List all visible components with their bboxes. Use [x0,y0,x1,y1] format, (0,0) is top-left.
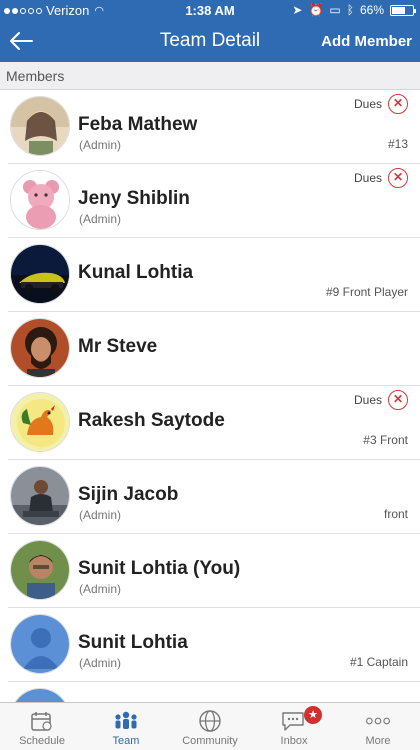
globe-icon [197,709,223,733]
avatar [10,170,70,230]
member-row[interactable]: Feba Mathew (Admin) Dues ✕ #13 [8,90,420,164]
avatar [10,540,70,600]
dues-indicator[interactable]: Dues ✕ [354,168,408,188]
tab-team[interactable]: Team [84,703,168,750]
member-name: Kunal Lohtia [78,262,194,283]
status-bar: Verizon ◠ 1:38 AM ➤ ⏰ ▭ ᛒ 66% [0,0,420,20]
add-member-button[interactable]: Add Member [321,33,412,50]
airplay-icon: ▭ [329,3,341,17]
member-name: Sunit Lohtia (You) [78,558,241,579]
member-role: (Admin) [79,582,122,596]
tab-label: Community [182,735,238,747]
member-name: Jeny Shiblin [78,188,190,209]
avatar [10,318,70,378]
member-name: Feba Mathew [78,114,198,135]
dues-label: Dues [353,97,382,111]
tab-label: Team [112,735,140,747]
default-avatar-icon [11,689,69,702]
section-title: Members [6,68,65,84]
member-info: #13 [387,137,408,151]
location-icon: ➤ [292,3,303,17]
dues-label: Dues [353,393,382,407]
avatar [10,614,70,674]
tab-schedule[interactable]: Schedule [0,703,84,750]
avatar [10,466,70,526]
tab-label: Inbox [280,735,308,747]
close-icon[interactable]: ✕ [388,168,408,188]
alarm-icon: ⏰ [308,3,324,17]
member-row[interactable]: Mr Steve [8,312,420,386]
member-row[interactable]: Jeny Shiblin (Admin) Dues ✕ [8,164,420,238]
member-row[interactable]: Sijin Jacob (Admin) front [8,460,420,534]
calendar-icon [29,709,55,733]
member-name: Sunit Lohtia [78,632,188,653]
member-row[interactable] [8,682,420,702]
avatar [10,96,70,156]
member-role: (Admin) [79,656,122,670]
member-name: Rakesh Saytode [78,410,225,431]
close-icon[interactable]: ✕ [388,390,408,410]
tab-more[interactable]: More [336,703,420,750]
member-info: #1 Captain [349,655,408,669]
member-info: #3 Front [363,433,408,447]
battery-icon [390,4,416,16]
nav-bar: Team Detail Add Member [0,20,420,62]
dues-indicator[interactable]: Dues ✕ [354,390,408,410]
member-name: Sijin Jacob [78,484,179,505]
member-info: front [383,507,408,521]
default-avatar-icon [11,615,69,673]
avatar [10,688,70,702]
tab-inbox[interactable]: ★ Inbox [252,703,336,750]
header: Verizon ◠ 1:38 AM ➤ ⏰ ▭ ᛒ 66% Team Detai… [0,0,420,62]
tab-label: More [365,735,391,747]
members-section-header: Members [0,62,420,90]
battery-percent: 66% [359,3,384,17]
tab-label: Schedule [19,735,65,747]
member-row[interactable]: Rakesh Saytode Dues ✕ #3 Front [8,386,420,460]
member-info: #9 Front Player [325,285,408,299]
member-name: Mr Steve [78,336,158,357]
tab-bar: Schedule Team Community ★ Inbox More [0,702,420,750]
member-role: (Admin) [79,508,122,522]
status-right: ➤ ⏰ ▭ ᛒ 66% [292,3,416,17]
member-row[interactable]: Sunit Lohtia (Admin) #1 Captain [8,608,420,682]
member-role: (Admin) [79,212,122,226]
bluetooth-icon: ᛒ [346,3,354,17]
chat-icon [281,709,307,733]
close-icon[interactable]: ✕ [388,94,408,114]
more-icon [365,709,391,733]
team-icon [113,709,139,733]
avatar [10,392,70,452]
dues-indicator[interactable]: Dues ✕ [354,94,408,114]
member-list: Feba Mathew (Admin) Dues ✕ #13 Jeny Shib… [0,90,420,702]
star-badge-icon: ★ [304,706,322,724]
avatar [10,244,70,304]
member-row[interactable]: Kunal Lohtia #9 Front Player [8,238,420,312]
tab-community[interactable]: Community [168,703,252,750]
dues-label: Dues [353,171,382,185]
member-role: (Admin) [79,138,122,152]
member-row[interactable]: Sunit Lohtia (You) (Admin) [8,534,420,608]
